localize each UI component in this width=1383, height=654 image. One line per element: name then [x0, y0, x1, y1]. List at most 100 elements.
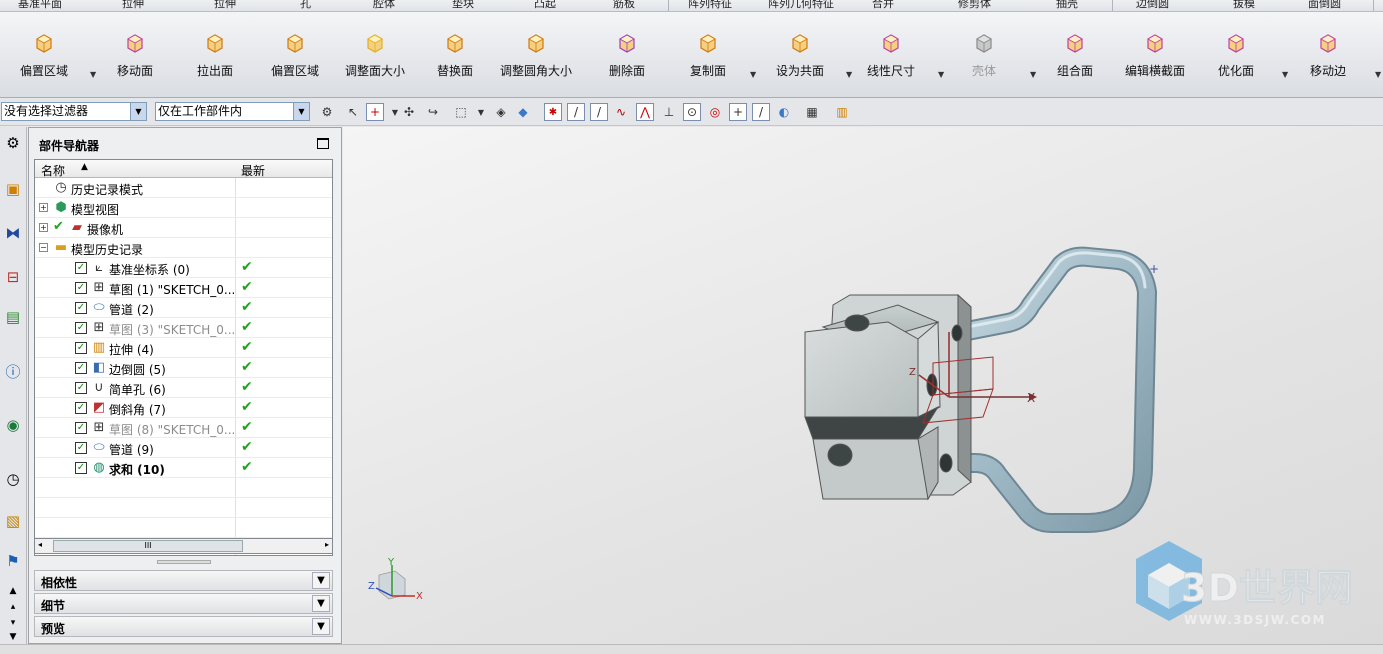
resize-face-button[interactable]: 调整面大小: [335, 32, 415, 86]
role-icon[interactable]: ⚑: [2, 547, 24, 575]
chevron-down-icon[interactable]: ▼: [472, 103, 490, 121]
scroll-thumb[interactable]: III: [53, 540, 243, 552]
column-header-name[interactable]: 名称: [41, 162, 65, 179]
tree-row[interactable]: ◷ 历史记录模式: [35, 178, 332, 198]
rectangle-select-icon[interactable]: ⬚: [452, 103, 470, 121]
snap-endpoint-icon[interactable]: /: [567, 103, 585, 121]
model-view[interactable]: X Z + Y X Z 3D世界网 WWW.3DSJW.COM: [343, 127, 1383, 644]
pull-face-button[interactable]: 拉出面: [175, 32, 255, 86]
horizontal-scrollbar[interactable]: ◂ III ▸: [34, 538, 333, 554]
tree-row[interactable]: ✓ ⊞ 草图 (3) "SKETCH_0... ✔: [35, 318, 332, 338]
scroll-left-icon[interactable]: ◂: [38, 540, 42, 549]
collapse-icon[interactable]: −: [39, 243, 48, 252]
visibility-checkbox[interactable]: ✓: [75, 462, 87, 474]
tree-row[interactable]: + ✔ ▰ 摄像机: [35, 218, 332, 238]
copy-face-button[interactable]: 复制面: [668, 32, 748, 86]
chevron-down-icon[interactable]: ▼: [1375, 70, 1381, 79]
select-feature-icon[interactable]: ↖: [344, 103, 362, 121]
graphics-window[interactable]: X Z + Y X Z 3D世界网 WWW.3DSJW.COM: [343, 127, 1383, 644]
panel-details[interactable]: 细节 ▼: [34, 593, 333, 614]
expand-icon[interactable]: +: [39, 203, 48, 212]
snap-tangent-icon[interactable]: ⊥: [660, 103, 678, 121]
visibility-checkbox[interactable]: ✓: [75, 342, 87, 354]
tree-row[interactable]: ✓ ▥ 拉伸 (4) ✔: [35, 338, 332, 358]
visibility-checkbox[interactable]: ✓: [75, 402, 87, 414]
move-edge-button[interactable]: 移动边: [1288, 32, 1368, 86]
chevron-down-icon[interactable]: ▼: [130, 103, 146, 120]
tree-row[interactable]: ✓ ◩ 倒斜角 (7) ✔: [35, 398, 332, 418]
optimize-face-button[interactable]: 优化面: [1196, 32, 1276, 86]
chevron-down-icon[interactable]: ▼: [312, 595, 330, 612]
chevron-down-icon[interactable]: ▼: [312, 618, 330, 635]
move-face-button[interactable]: 移动面: [95, 32, 175, 86]
snap-existing-point-icon[interactable]: ✱: [544, 103, 562, 121]
resize-blend-button[interactable]: 调整圆角大小: [496, 32, 576, 86]
tree-row[interactable]: ✓ ◧ 边倒圆 (5) ✔: [35, 358, 332, 378]
visibility-checkbox[interactable]: ✓: [75, 382, 87, 394]
snap-midpoint-icon[interactable]: /: [590, 103, 608, 121]
assembly-filter-icon[interactable]: ⚙: [318, 103, 336, 121]
tree-row[interactable]: ✓ ⬭ 管道 (9) ✔: [35, 438, 332, 458]
shell-body-button[interactable]: 壳体: [944, 32, 1024, 86]
settings-gear-icon[interactable]: ⚙: [2, 129, 24, 157]
make-coplanar-button[interactable]: 设为共面: [760, 32, 840, 86]
column-header-latest[interactable]: 最新: [241, 162, 265, 179]
view-triad[interactable]: Y X Z: [368, 557, 423, 602]
assembly-navigator-icon[interactable]: ▣: [2, 175, 24, 203]
tree-row[interactable]: + ⬢ 模型视图: [35, 198, 332, 218]
selection-filter-dropdown[interactable]: 没有选择过滤器 ▼: [1, 102, 147, 121]
snap-point-on-curve-icon[interactable]: +: [729, 103, 747, 121]
chevron-down-icon[interactable]: ▼: [293, 103, 309, 120]
system-materials-icon[interactable]: ▧: [2, 507, 24, 535]
snap-arc-center-icon[interactable]: ⊙: [683, 103, 701, 121]
snap-point-on-surface-icon[interactable]: /: [752, 103, 770, 121]
delete-face-button[interactable]: 删除面: [587, 32, 667, 86]
visibility-checkbox[interactable]: ✓: [75, 302, 87, 314]
visibility-checkbox[interactable]: ✓: [75, 322, 87, 334]
maximize-icon[interactable]: [317, 138, 329, 149]
constraint-navigator-icon[interactable]: ⧓: [2, 219, 24, 247]
tree-row[interactable]: ✓ ⊞ 草图 (1) "SKETCH_0... ✔: [35, 278, 332, 298]
chevron-down-icon[interactable]: ▼: [312, 572, 330, 589]
web-browser-icon[interactable]: ◉: [2, 411, 24, 439]
history-clock-icon[interactable]: ◷: [2, 465, 24, 493]
visibility-checkbox[interactable]: ✓: [75, 282, 87, 294]
chevron-down-icon[interactable]: ▼: [750, 70, 756, 79]
panel-dependencies[interactable]: 相依性 ▼: [34, 570, 333, 591]
scroll-right-icon[interactable]: ▸: [325, 540, 329, 549]
visibility-checkbox[interactable]: ✓: [75, 262, 87, 274]
visibility-checkbox[interactable]: ✓: [75, 362, 87, 374]
tree-row[interactable]: ✓ ∪ 简单孔 (6) ✔: [35, 378, 332, 398]
panel-preview[interactable]: 预览 ▼: [34, 616, 333, 637]
group-face-button[interactable]: 组合面: [1035, 32, 1115, 86]
tree-row[interactable]: ✓ ◍ 求和 (10) ✔: [35, 458, 332, 478]
splitter-grip[interactable]: [157, 560, 211, 564]
snap-quadrant-icon[interactable]: ◎: [706, 103, 724, 121]
show-grid-icon[interactable]: ▦: [803, 103, 821, 121]
offset-region-button[interactable]: 偏置区域: [255, 32, 335, 86]
snap-intersection-icon[interactable]: ⋀: [636, 103, 654, 121]
shaded-view-icon[interactable]: ◆: [514, 103, 532, 121]
edit-cross-section-button[interactable]: 编辑横截面: [1115, 32, 1195, 86]
visibility-checkbox[interactable]: ✓: [75, 422, 87, 434]
select-face-icon[interactable]: ✣: [400, 103, 418, 121]
view-orient-icon[interactable]: ◈: [492, 103, 510, 121]
select-edge-icon[interactable]: ↪: [424, 103, 442, 121]
tree-row[interactable]: ✓ ⊞ 草图 (8) "SKETCH_0... ✔: [35, 418, 332, 438]
linear-dimension-button[interactable]: 线性尺寸: [851, 32, 931, 86]
tree-row[interactable]: ✓ ⬭ 管道 (2) ✔: [35, 298, 332, 318]
selection-scope-dropdown[interactable]: 仅在工作部件内 ▼: [155, 102, 310, 121]
snap-point-icon[interactable]: +: [366, 103, 384, 121]
snap-bounded-icon[interactable]: ◐: [775, 103, 793, 121]
replace-face-button[interactable]: 替换面: [415, 32, 495, 86]
info-icon[interactable]: ⓘ: [2, 357, 24, 385]
reuse-library-icon[interactable]: ▤: [2, 303, 24, 331]
offset-region-button[interactable]: 偏置区域: [4, 32, 84, 86]
pattern-snap-icon[interactable]: ▥: [833, 103, 851, 121]
visibility-checkbox[interactable]: ✓: [75, 442, 87, 454]
expand-icon[interactable]: +: [39, 223, 48, 232]
snap-curve-icon[interactable]: ∿: [612, 103, 630, 121]
tree-row[interactable]: − ▬ 模型历史记录: [35, 238, 332, 258]
tree-row[interactable]: ✓ ⟀ 基准坐标系 (0) ✔: [35, 258, 332, 278]
part-navigator-icon[interactable]: ⊟: [2, 263, 24, 291]
